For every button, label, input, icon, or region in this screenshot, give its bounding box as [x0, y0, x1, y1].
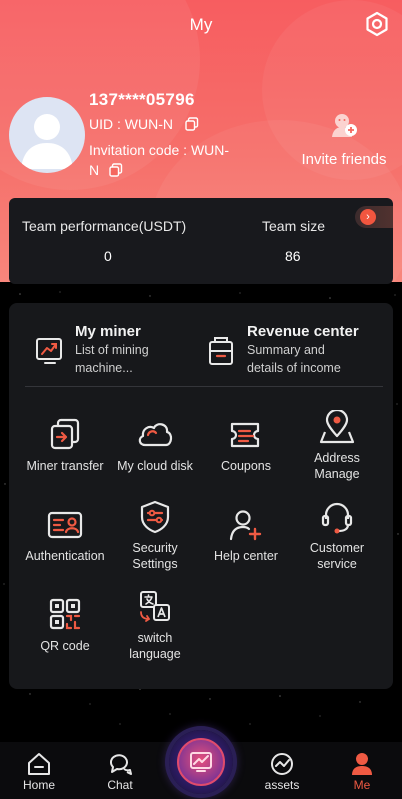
- switch-language-label: switch: [137, 631, 173, 645]
- nav-assets-label: assets: [264, 778, 300, 792]
- menu-item-miner-transfer[interactable]: Miner transfer: [17, 418, 113, 474]
- help-center-label: Help center: [214, 549, 278, 563]
- team-performance-value: 0: [104, 248, 112, 264]
- team-summary-card: Team performance(USDT) Team size 0 86 ›: [9, 198, 393, 284]
- menu-item-security-settings[interactable]: Security Settings: [107, 500, 203, 572]
- team-size-label: Team size: [262, 218, 326, 234]
- chart-icon: [36, 338, 62, 364]
- user-icon: [352, 753, 372, 775]
- menu-item-qr-code[interactable]: QR code: [17, 598, 113, 654]
- menu-card: My miner List of mining machine... Reven…: [9, 303, 393, 689]
- security-settings-label: Security: [132, 541, 178, 555]
- invitation-text: Invitation code : WUN-: [89, 142, 230, 158]
- activity-icon: [271, 753, 293, 775]
- menu-item-customer-service[interactable]: Customer service: [289, 500, 385, 572]
- divider: [25, 386, 383, 387]
- copy-icon[interactable]: [185, 117, 199, 131]
- settings-icon[interactable]: [364, 11, 390, 37]
- invite-friends-label: Invite friends: [301, 151, 387, 168]
- address-manage-label: Address: [314, 451, 360, 465]
- coupons-label: Coupons: [220, 459, 272, 473]
- menu-item-cloud-disk[interactable]: My cloud disk: [107, 418, 203, 474]
- team-details-button[interactable]: ›: [355, 206, 393, 228]
- switch-language-label-2: language: [129, 647, 181, 661]
- my-miner-subtitle-2: machine...: [75, 361, 133, 375]
- menu-item-address-manage[interactable]: Address Manage: [289, 410, 385, 482]
- user-phone: 137****05796: [89, 90, 195, 109]
- menu-item-help-center[interactable]: Help center: [198, 508, 294, 564]
- security-settings-label-2: Settings: [132, 557, 178, 571]
- authentication-label: Authentication: [25, 549, 105, 563]
- nav-chat-label: Chat: [107, 778, 133, 792]
- address-manage-label-2: Manage: [314, 467, 360, 481]
- add-user-icon: [229, 510, 262, 541]
- transfer-icon: [50, 418, 80, 450]
- menu-item-switch-language[interactable]: switch language: [107, 590, 203, 662]
- cloud-disk-label: My cloud disk: [117, 459, 193, 473]
- nav-assets[interactable]: assets: [252, 752, 312, 792]
- translate-icon: [140, 591, 170, 622]
- headset-icon: [321, 502, 353, 534]
- nav-me-label: Me: [353, 778, 371, 792]
- revenue-center-subtitle: Summary and: [247, 343, 325, 357]
- center-action-inner: [177, 738, 225, 786]
- shield-icon: [140, 500, 170, 534]
- customer-service-label-2: service: [317, 557, 357, 571]
- my-miner-title: My miner: [75, 323, 141, 340]
- trading-chart-icon: [190, 752, 212, 772]
- qr-code-icon: [49, 598, 81, 630]
- nav-me[interactable]: Me: [332, 752, 392, 792]
- coupon-icon: [230, 422, 260, 448]
- nav-home[interactable]: Home: [9, 752, 69, 792]
- menu-item-coupons[interactable]: Coupons: [198, 418, 294, 474]
- revenue-center-button[interactable]: Revenue center Summary and details of in…: [207, 323, 359, 376]
- wallet-icon: [209, 337, 233, 365]
- qr-code-label: QR code: [40, 639, 90, 653]
- avatar[interactable]: [9, 97, 85, 173]
- id-card-icon: [47, 511, 83, 539]
- team-performance-label: Team performance(USDT): [22, 218, 187, 234]
- location-pin-icon: [319, 410, 355, 444]
- center-action-button[interactable]: [169, 730, 233, 794]
- cloud-icon: [138, 423, 173, 447]
- revenue-center-title: Revenue center: [247, 323, 359, 340]
- uid-row: UID : WUN-N: [89, 116, 199, 132]
- menu-item-authentication[interactable]: Authentication: [17, 508, 113, 564]
- invite-friends-button[interactable]: Invite friends: [296, 110, 392, 168]
- invite-icon: [332, 114, 357, 137]
- my-miner-button[interactable]: My miner List of mining machine...: [35, 323, 149, 376]
- team-size-value: 86: [285, 248, 301, 264]
- nav-home-label: Home: [22, 778, 55, 792]
- copy-icon[interactable]: [109, 162, 123, 177]
- invitation-code: Invitation code : WUN- N: [89, 140, 259, 180]
- page-title: My: [189, 15, 213, 34]
- miner-transfer-label: Miner transfer: [26, 459, 104, 473]
- revenue-center-subtitle-2: details of income: [247, 361, 341, 375]
- uid-text: UID : WUN-N: [89, 116, 173, 132]
- nav-chat[interactable]: Chat: [90, 752, 150, 792]
- chat-icon: [110, 754, 132, 775]
- my-miner-subtitle: List of mining: [75, 343, 149, 357]
- customer-service-label: Customer: [309, 541, 365, 555]
- chevron-right-icon: ›: [360, 209, 376, 225]
- home-icon: [28, 753, 50, 775]
- invitation-text-tail: N: [89, 162, 100, 178]
